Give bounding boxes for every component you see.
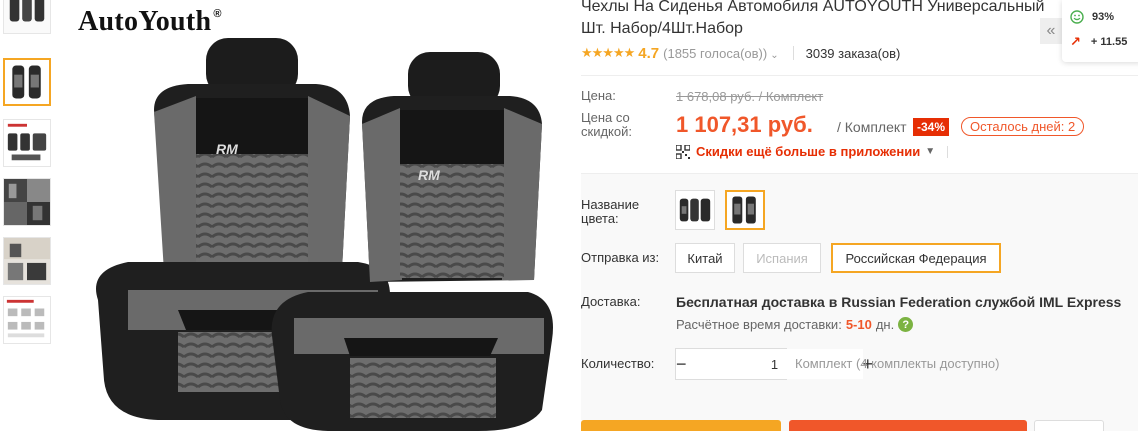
- delivery-free-text: Бесплатная доставка в: [676, 294, 838, 310]
- quantity-stepper: − +: [675, 348, 873, 380]
- divider: [581, 75, 1138, 76]
- discount-price: 1 107,31 руб.: [676, 112, 813, 137]
- ship-from-spain[interactable]: Испания: [743, 243, 821, 273]
- discount-price-label: Цена со скидкой:: [581, 110, 632, 139]
- buy-now-button[interactable]: [581, 420, 781, 431]
- quantity-available: Комплект (4 комплекты доступно): [795, 356, 1000, 371]
- thumbnail-5[interactable]: [3, 237, 51, 285]
- wishlist-button[interactable]: [1034, 420, 1104, 431]
- seat-covers-illustration: RM RM: [96, 38, 553, 431]
- trend-up-icon: ↗: [1070, 34, 1081, 49]
- registered-mark: ®: [213, 8, 222, 20]
- quantity-label: Количество:: [581, 356, 655, 371]
- rating-value: 4.7: [638, 44, 660, 62]
- positive-feedback-row: 93%: [1070, 10, 1114, 24]
- votes-link[interactable]: (1855 голоса(ов)) ⌄: [663, 46, 778, 61]
- delivery-days: 5-10: [845, 317, 872, 332]
- main-product-image[interactable]: RM RM AutoYouth ®: [58, 0, 558, 431]
- delivery-info: Бесплатная доставка в Russian Federation…: [676, 294, 1121, 310]
- orders-count: 3039 заказа(ов): [805, 45, 901, 61]
- store-stats-widget: 93% ↗ + 11.55: [1062, 0, 1138, 62]
- positive-feedback-value: 93%: [1092, 11, 1115, 23]
- color-option-2pcs[interactable]: [725, 190, 765, 230]
- seat-logo-left: RM: [216, 141, 238, 157]
- ship-from-china-label: Китай: [687, 250, 723, 266]
- quantity-decrease-button[interactable]: −: [676, 349, 687, 379]
- delivery-label: Доставка:: [581, 294, 641, 309]
- app-deal-link[interactable]: Скидки ещё больше в приложении ▼: [676, 144, 949, 159]
- ship-from-china[interactable]: Китай: [675, 243, 735, 273]
- qr-code-icon: [676, 144, 690, 159]
- thumbnail-list: [0, 0, 56, 431]
- brand-name: AutoYouth: [78, 6, 212, 37]
- price-label: Цена:: [581, 88, 616, 103]
- price-unit: / Комплект: [837, 119, 907, 135]
- add-to-cart-button[interactable]: [789, 420, 1027, 431]
- delivery-estimate: Расчётное время доставки: 5-10 дн. ?: [676, 317, 914, 332]
- ship-from-label: Отправка из:: [581, 250, 660, 265]
- thumbnail-6[interactable]: [3, 296, 51, 344]
- product-title: Чехлы На Сиденья Автомобиля AUTOYOUTH Ун…: [581, 0, 1045, 37]
- divider: [792, 46, 794, 60]
- product-info-panel: Чехлы На Сиденья Автомобиля AUTOYOUTH Ун…: [581, 0, 1138, 431]
- collapse-widget-button[interactable]: «: [1040, 18, 1062, 44]
- thumbnail-2[interactable]: [3, 58, 51, 106]
- ship-from-russia-label: Российская Федерация: [845, 250, 987, 266]
- old-price: 1 678,08 руб. / Комплект: [676, 89, 824, 104]
- votes-text: (1855 голоса(ов)): [663, 45, 768, 61]
- rating-stars-icon: ★★★★★: [581, 45, 635, 60]
- thumbnail-3[interactable]: [3, 119, 51, 167]
- rating-row: ★★★★★ 4.7 (1855 голоса(ов)) ⌄ 3039 заказа…: [581, 44, 900, 62]
- delivery-days-unit: дн.: [875, 317, 895, 332]
- growth-value: + 11.55: [1090, 36, 1128, 48]
- caret-down-icon: ▼: [925, 146, 936, 157]
- thumbnail-1[interactable]: [3, 0, 51, 34]
- ship-from-spain-label: Испания: [756, 250, 808, 266]
- delivery-est-label: Расчётное время доставки:: [676, 317, 842, 332]
- discount-badge: -34%: [913, 118, 950, 136]
- color-label: Название цвета:: [581, 197, 640, 226]
- growth-row: ↗ + 11.55: [1070, 34, 1127, 50]
- seat-logo-right: RM: [418, 167, 440, 183]
- help-icon[interactable]: ?: [898, 317, 914, 332]
- color-option-4pcs[interactable]: [675, 190, 715, 230]
- brand-logo: AutoYouth ®: [78, 6, 222, 38]
- delivery-location[interactable]: Russian Federation: [841, 294, 971, 310]
- delivery-service: службой IML Express: [975, 294, 1122, 310]
- app-deal-text: Скидки ещё больше в приложении: [696, 144, 921, 159]
- smile-icon: [1070, 10, 1084, 24]
- chevron-down-icon: ⌄: [770, 49, 779, 61]
- thumbnail-4[interactable]: [3, 178, 51, 226]
- ship-from-russia[interactable]: Российская Федерация: [831, 243, 1001, 273]
- days-left-badge: Осталось дней: 2: [961, 117, 1085, 136]
- divider: [947, 145, 949, 158]
